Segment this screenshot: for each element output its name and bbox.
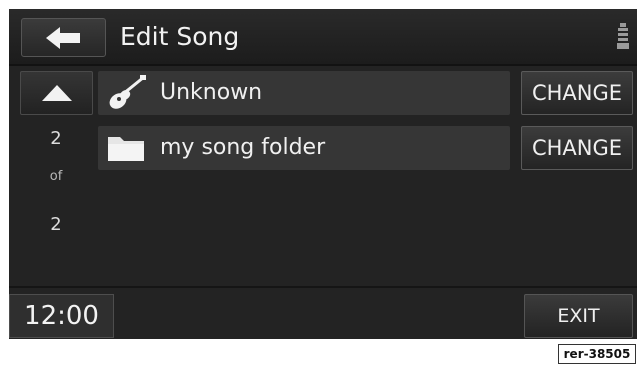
song-artist-label: Unknown (160, 80, 263, 105)
guitar-icon (98, 71, 153, 115)
song-folder-label: my song folder (160, 135, 326, 160)
exit-button[interactable]: EXIT (524, 294, 633, 338)
change-button-folder[interactable]: CHANGE (521, 126, 633, 170)
radio-screen: Edit Song 2 of 2 Unknown CHANGE my song … (9, 9, 637, 339)
page-of-label: of (49, 169, 63, 184)
header-bar: Edit Song (9, 9, 637, 64)
drive-icon (617, 23, 629, 49)
page-title: Edit Song (120, 22, 240, 51)
header-divider (9, 64, 637, 66)
reference-tag: rer-38505 (558, 344, 636, 364)
triangle-up-icon (41, 85, 72, 101)
page-current: 2 (50, 128, 62, 149)
list-item-folder[interactable]: my song folder (98, 126, 510, 170)
page-up-button[interactable] (20, 71, 93, 115)
back-button[interactable] (21, 18, 106, 57)
change-button-artist[interactable]: CHANGE (521, 71, 633, 115)
arrow-left-icon (45, 26, 80, 49)
folder-icon (98, 126, 153, 170)
clock-display[interactable]: 12:00 (9, 294, 114, 338)
footer-divider (9, 286, 637, 288)
list-item-song[interactable]: Unknown (98, 71, 510, 115)
page-total: 2 (50, 214, 62, 235)
